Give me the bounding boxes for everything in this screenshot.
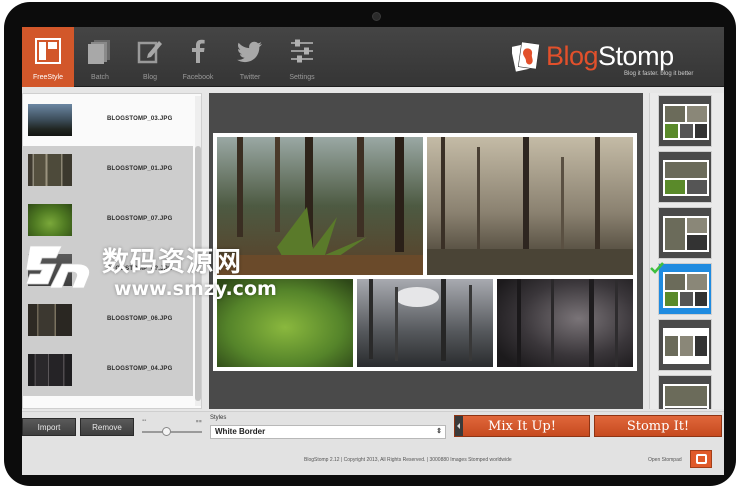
list-item[interactable]: BLOGSTOMP_04.JPG [23, 346, 193, 396]
import-button[interactable]: Import [22, 418, 76, 436]
watermark-logo-icon [25, 245, 90, 289]
file-name: BLOGSTOMP_06.JPG [107, 316, 173, 322]
tool-label: Twitter [239, 74, 261, 81]
main-toolbar: FreeStyle Batch Blog Facebook Twitter Se… [22, 27, 724, 87]
tool-settings[interactable]: Settings [276, 27, 328, 87]
collage-photo[interactable] [357, 279, 493, 367]
file-thumbnail [28, 104, 72, 136]
file-thumbnail [28, 204, 72, 236]
file-thumbnail [28, 354, 72, 386]
layout-preview [663, 328, 709, 364]
tool-label: FreeStyle [33, 74, 63, 81]
sliders-icon [291, 39, 313, 63]
tool-label: Settings [289, 74, 315, 81]
pencil-edit-icon [137, 41, 162, 64]
tool-blog[interactable]: Blog [124, 27, 176, 87]
stomp-it-label: Stomp It! [626, 419, 690, 434]
mix-it-up-label: Mix It Up! [488, 419, 556, 434]
facebook-icon [192, 39, 205, 63]
styles-label: Styles [210, 415, 227, 421]
layout-preview [663, 104, 709, 140]
open-stompad-link[interactable]: Open Stompad [648, 457, 682, 463]
slider-track[interactable] [142, 431, 202, 433]
watermark-url: www.smzy.com [114, 278, 277, 300]
watermark: 数码资源网 www.smzy.com [22, 240, 302, 310]
mix-it-up-button[interactable]: Mix It Up! [454, 415, 590, 437]
list-item[interactable]: BLOGSTOMP_03.JPG [23, 96, 193, 146]
tool-twitter[interactable]: Twitter [224, 27, 276, 87]
styles-dropdown[interactable]: White Border ⇕ [210, 425, 446, 439]
blogstomp-logo: BlogStomp Blog it faster. blog it better [512, 39, 712, 81]
bottom-bar: Import Remove ▪▪ ▪▪ Styles White Border … [22, 411, 724, 475]
slider-knob[interactable] [162, 427, 171, 436]
tool-label: Blog [142, 74, 157, 81]
tool-label: Facebook [182, 74, 214, 81]
layout-icon [35, 38, 61, 64]
checkmark-icon [650, 262, 664, 274]
file-name: BLOGSTOMP_04.JPG [107, 366, 173, 372]
stompad-icon[interactable] [690, 450, 712, 468]
tool-facebook[interactable]: Facebook [172, 27, 224, 87]
small-grid-icon: ▪▪ [142, 418, 147, 424]
watermark-chinese-text: 数码资源网 [102, 247, 242, 278]
layout-option[interactable] [658, 319, 712, 371]
collapse-arrow-icon[interactable] [455, 416, 463, 436]
brand-tagline: Blog it faster. blog it better [624, 71, 694, 77]
file-thumbnail [28, 154, 72, 186]
thumbnail-size-slider[interactable]: ▪▪ ▪▪ [142, 416, 202, 440]
remove-button[interactable]: Remove [80, 418, 134, 436]
stomp-it-button[interactable]: Stomp It! [594, 415, 722, 437]
misty-trees-photo [357, 279, 493, 367]
layout-preview [663, 160, 709, 196]
tool-label: Batch [91, 74, 109, 81]
tool-freestyle[interactable]: FreeStyle [22, 27, 74, 87]
copyright-text: BlogStomp 2.12 | Copyright 2013, All Rig… [304, 457, 512, 463]
file-name: BLOGSTOMP_01.JPG [107, 166, 173, 172]
collage-photo[interactable] [427, 137, 633, 275]
twitter-bird-icon [237, 41, 262, 63]
list-item[interactable]: BLOGSTOMP_01.JPG [23, 146, 193, 196]
tool-batch[interactable]: Batch [74, 27, 126, 87]
file-name: BLOGSTOMP_03.JPG [107, 116, 173, 122]
layout-option[interactable] [658, 151, 712, 203]
chevron-updown-icon: ⇕ [436, 428, 442, 435]
layout-preview [663, 384, 709, 409]
webcam [372, 12, 381, 21]
list-item[interactable]: BLOGSTOMP_07.JPG [23, 196, 193, 246]
foggy-swamp-photo [427, 137, 633, 275]
styles-selected-value: White Border [215, 427, 266, 436]
layout-option[interactable] [658, 375, 712, 409]
brand-name: BlogStomp [546, 41, 674, 71]
file-name: BLOGSTOMP_07.JPG [107, 216, 173, 222]
layout-picker [649, 93, 724, 409]
layout-option-selected[interactable] [658, 263, 712, 315]
collage-photo[interactable] [497, 279, 633, 367]
large-grid-icon: ▪▪ [195, 416, 202, 426]
blogstomp-logo-icon [512, 41, 540, 72]
stack-icon [88, 40, 110, 64]
layout-preview [663, 272, 709, 308]
layout-preview [663, 216, 709, 252]
layout-option[interactable] [658, 95, 712, 147]
layout-option[interactable] [658, 207, 712, 259]
dark-forest-photo [497, 279, 633, 367]
